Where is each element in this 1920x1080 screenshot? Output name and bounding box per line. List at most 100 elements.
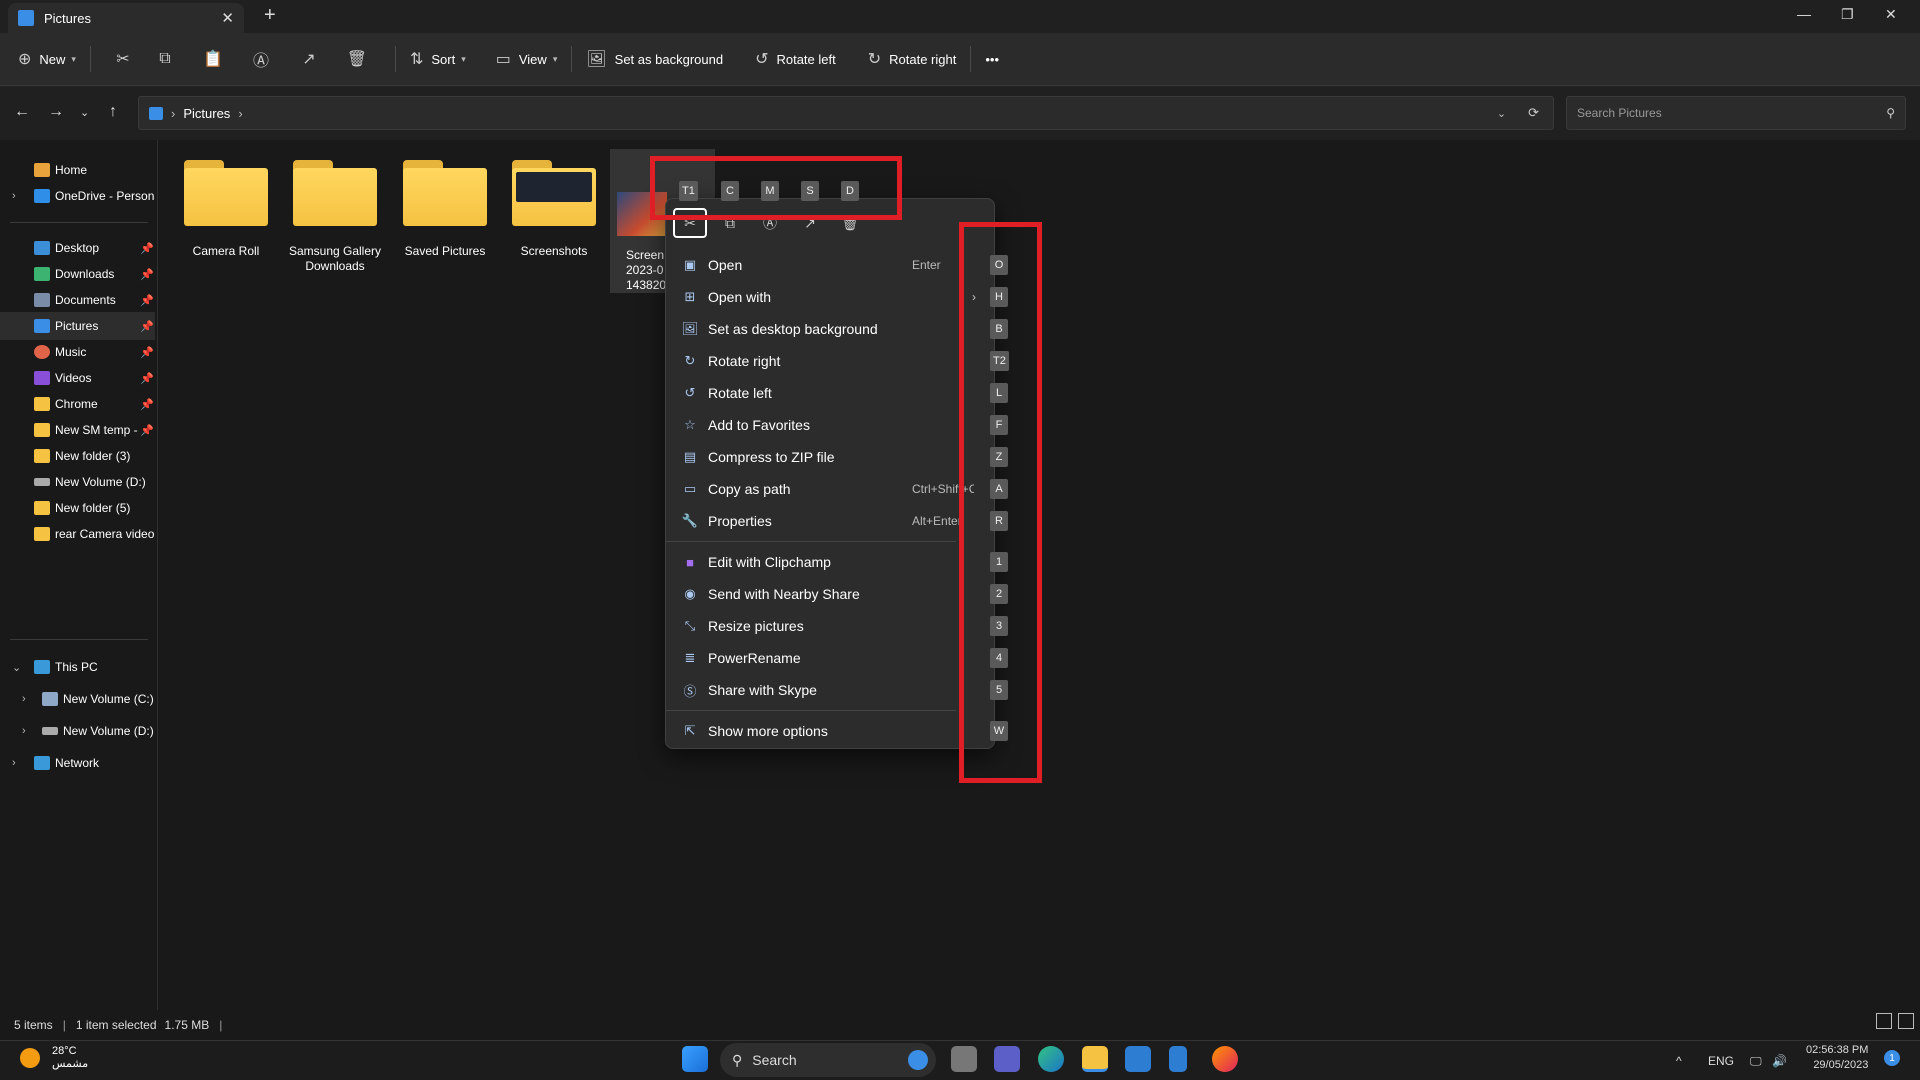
forward-arrow-icon[interactable]: →: [48, 103, 64, 121]
search-input[interactable]: Search Pictures ⚲: [1566, 96, 1906, 130]
chevron-down-icon: ▾: [552, 53, 558, 64]
sidebar-item-videos[interactable]: Videos 📌: [0, 364, 155, 392]
more-options-button[interactable]: •••: [985, 43, 999, 75]
tiles-view-icon[interactable]: [1898, 1013, 1914, 1029]
menu-item-compress-zip[interactable]: ▤ Compress to ZIP file: [672, 442, 962, 472]
sidebar-item-onedrive[interactable]: › OneDrive - Persona: [0, 182, 155, 210]
file-explorer-icon[interactable]: [1082, 1046, 1108, 1072]
skype-icon: Ⓢ: [683, 683, 697, 699]
store-icon[interactable]: [1125, 1046, 1151, 1072]
menu-item-share-with-skype[interactable]: Ⓢ Share with Skype: [672, 675, 962, 705]
sidebar-item-documents[interactable]: Documents 📌: [0, 286, 155, 314]
new-tab-button[interactable]: +: [264, 4, 276, 27]
network-tray-icon[interactable]: 🖵: [1750, 1054, 1762, 1069]
sort-button[interactable]: ⇅ Sort ▾: [410, 43, 466, 75]
menu-item-open-with[interactable]: ⊞ Open with ›: [672, 282, 976, 312]
sidebar-item-chrome[interactable]: Chrome 📌: [0, 390, 155, 418]
sun-icon: [20, 1047, 40, 1068]
start-icon[interactable]: [682, 1046, 708, 1072]
sidebar-item-new-folder-3[interactable]: New folder (3): [0, 442, 155, 470]
pin-icon: 📌: [140, 268, 154, 281]
new-button[interactable]: ⊕ New ▾: [18, 43, 76, 75]
sidebar-item-downloads[interactable]: Downloads 📌: [0, 260, 155, 288]
paste-button[interactable]: 📋: [189, 43, 237, 75]
set-as-background-button[interactable]: 🖼 Set as background: [586, 43, 723, 75]
bing-app-icon[interactable]: [1169, 1046, 1187, 1072]
share-button[interactable]: ↗: [285, 43, 333, 75]
edge-icon[interactable]: [1038, 1046, 1064, 1072]
pin-icon: 📌: [140, 294, 154, 307]
folder-camera-roll[interactable]: Camera Roll: [174, 160, 278, 259]
delete-button[interactable]: 🗑: [333, 43, 381, 75]
rotate-right-button[interactable]: ↻ Rotate right: [868, 43, 957, 75]
tab-pictures[interactable]: Pictures ✕: [8, 3, 244, 33]
menu-item-send-nearby-share[interactable]: ◉ Send with Nearby Share: [672, 579, 962, 609]
sidebar-item-volume-d[interactable]: › New Volume (D:): [0, 717, 155, 745]
selection-info: 1 item selected: [75, 1018, 157, 1032]
chevron-right-icon[interactable]: ›: [22, 725, 26, 737]
chevron-right-icon[interactable]: ›: [12, 757, 16, 769]
up-arrow-icon[interactable]: ↑: [109, 103, 117, 121]
copy-button[interactable]: ⧉: [141, 43, 189, 75]
maximize-button[interactable]: ❐: [1841, 6, 1854, 23]
view-button[interactable]: ▭ View ▾: [496, 43, 558, 75]
close-tab-icon[interactable]: ✕: [221, 9, 234, 27]
chevron-down-icon[interactable]: ⌄: [12, 661, 21, 674]
teams-icon[interactable]: [994, 1046, 1020, 1072]
toolbar-divider: [571, 46, 573, 72]
recent-chevron-icon[interactable]: ⌄: [80, 106, 89, 119]
menu-item-open[interactable]: ▣ Open Enter: [672, 250, 962, 280]
menu-item-resize-pictures[interactable]: ⤡ Resize pictures: [672, 611, 962, 641]
rename-button[interactable]: Ⓐ: [237, 43, 285, 75]
sidebar-item-this-pc[interactable]: ⌄ This PC: [0, 653, 155, 681]
rotate-left-button[interactable]: ↺ Rotate left: [755, 43, 836, 75]
menu-item-show-more-options[interactable]: ⇱ Show more options: [672, 716, 962, 746]
breadcrumb-pictures[interactable]: Pictures: [183, 106, 230, 121]
chevron-right-icon[interactable]: ›: [22, 693, 26, 705]
cut-button[interactable]: ✂: [105, 43, 141, 75]
volume-icon[interactable]: 🔊: [1772, 1054, 1787, 1068]
menu-item-copy-as-path[interactable]: ▭ Copy as path Ctrl+Shift+C: [672, 474, 974, 504]
chevron-right-icon[interactable]: ›: [238, 106, 242, 121]
sidebar-item-new-folder-5[interactable]: New folder (5): [0, 494, 155, 522]
sidebar-item-pictures[interactable]: Pictures 📌: [0, 312, 155, 340]
back-arrow-icon[interactable]: ←: [14, 103, 30, 121]
folder-saved-pictures[interactable]: Saved Pictures: [393, 160, 497, 259]
folder-samsung-gallery[interactable]: Samsung Gallery Downloads: [283, 160, 387, 274]
sidebar-item-desktop[interactable]: Desktop 📌: [0, 234, 155, 262]
view-icon: ▭: [495, 51, 511, 68]
menu-item-powerrename[interactable]: ≣ PowerRename: [672, 643, 962, 673]
chevron-down-icon[interactable]: ⌄: [1497, 107, 1506, 120]
sidebar-item-music[interactable]: Music 📌: [0, 338, 155, 366]
clock[interactable]: 02:56:38 PM 29/05/2023: [1806, 1043, 1868, 1073]
address-bar[interactable]: › Pictures › ⌄ ⟳: [138, 96, 1554, 130]
minimize-button[interactable]: —: [1797, 6, 1811, 22]
sidebar-item-new-sm-temp[interactable]: New SM temp - 📌: [0, 416, 155, 444]
chevron-up-icon[interactable]: ^: [1676, 1054, 1682, 1068]
firefox-icon[interactable]: [1212, 1046, 1238, 1072]
menu-item-rotate-left[interactable]: ↺ Rotate left: [672, 378, 962, 408]
weather-widget[interactable]: 28°C مشمس: [20, 1045, 88, 1070]
sidebar-item-network[interactable]: › Network: [0, 749, 155, 777]
task-view-icon[interactable]: [951, 1046, 977, 1072]
plus-circle-icon: ⊕: [18, 51, 32, 68]
language-indicator[interactable]: ENG: [1708, 1054, 1734, 1068]
close-button[interactable]: ✕: [1885, 6, 1897, 23]
menu-item-rotate-right[interactable]: ↻ Rotate right: [672, 346, 962, 376]
scissors-icon: ✂: [116, 51, 130, 68]
sidebar-item-rear-camera-video[interactable]: rear Camera video: [0, 520, 155, 548]
menu-item-edit-with-clipchamp[interactable]: ■ Edit with Clipchamp: [672, 547, 962, 577]
menu-item-add-to-favorites[interactable]: ☆ Add to Favorites: [672, 410, 962, 440]
sidebar-item-home[interactable]: Home: [0, 156, 155, 184]
sidebar-item-new-volume-d[interactable]: New Volume (D:): [0, 468, 155, 496]
sidebar-item-volume-c[interactable]: › New Volume (C:): [0, 685, 155, 713]
folder-screenshots[interactable]: Screenshots: [502, 160, 606, 259]
notification-badge[interactable]: 1: [1884, 1050, 1900, 1066]
chevron-right-icon[interactable]: ›: [12, 190, 16, 202]
menu-item-set-desktop-background[interactable]: 🖼 Set as desktop background: [672, 314, 962, 344]
refresh-icon[interactable]: ⟳: [1528, 105, 1539, 121]
details-view-icon[interactable]: [1876, 1013, 1892, 1029]
menu-item-properties[interactable]: 🔧 Properties Alt+Enter: [672, 506, 962, 536]
taskbar-search[interactable]: ⚲ Search: [720, 1043, 936, 1077]
clipboard-icon: 📋: [202, 51, 223, 68]
